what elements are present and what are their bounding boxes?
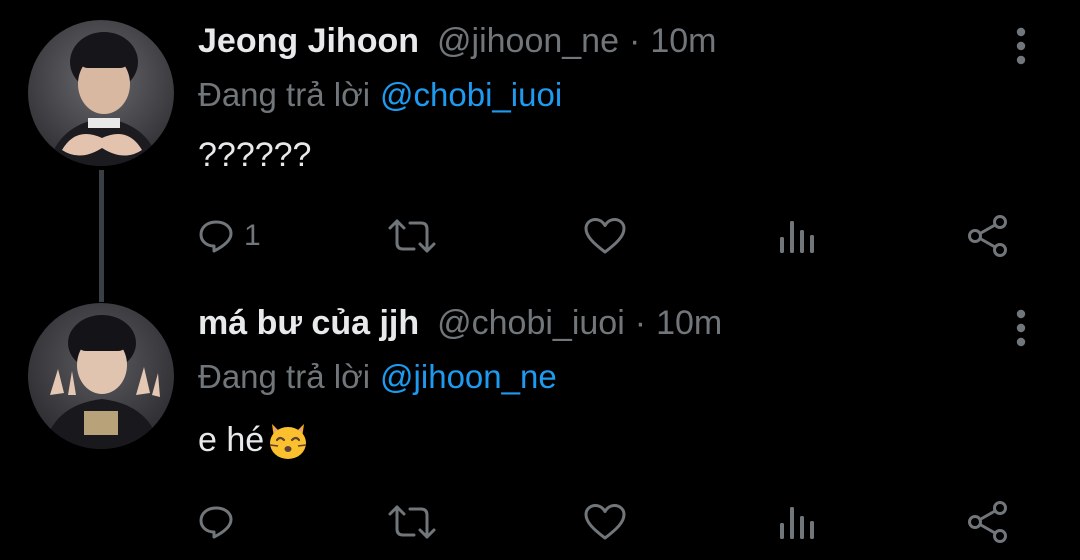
timestamp[interactable]: 10m bbox=[650, 22, 716, 61]
views-icon bbox=[778, 217, 816, 255]
tweet-header: Jeong Jihoon @jihoon_ne · 10m bbox=[198, 22, 716, 70]
reply-icon bbox=[198, 504, 234, 540]
action-bar: 1 bbox=[0, 208, 1080, 264]
tweet-text: e hé bbox=[198, 418, 310, 462]
kissing-cat-emoji bbox=[266, 418, 310, 462]
retweet-icon bbox=[386, 504, 438, 540]
reply-mention-link[interactable]: @jihoon_ne bbox=[380, 358, 557, 395]
separator-dot: · bbox=[634, 304, 647, 342]
reply-button[interactable] bbox=[198, 500, 244, 544]
timestamp[interactable]: 10m bbox=[656, 304, 722, 343]
heart-icon bbox=[583, 503, 627, 541]
share-button[interactable] bbox=[966, 214, 1010, 258]
avatar[interactable] bbox=[28, 303, 174, 449]
handle[interactable]: @chobi_iuoi bbox=[437, 304, 625, 343]
replying-to-label: Đang trả lời bbox=[198, 76, 371, 113]
display-name[interactable]: Jeong Jihoon bbox=[198, 22, 419, 61]
share-button[interactable] bbox=[966, 500, 1010, 544]
tweet-header: má bư của jjh @chobi_iuoi · 10m bbox=[198, 304, 722, 352]
replying-to: Đang trả lời @jihoon_ne bbox=[198, 358, 557, 396]
replying-to: Đang trả lời @chobi_iuoi bbox=[198, 76, 562, 114]
tweet-text-content: ?????? bbox=[198, 136, 312, 174]
action-bar bbox=[0, 494, 1080, 550]
tweet-1[interactable]: Jeong Jihoon @jihoon_ne · 10m Đang trả l… bbox=[0, 0, 1080, 302]
handle[interactable]: @jihoon_ne bbox=[437, 22, 619, 61]
reply-count: 1 bbox=[244, 219, 261, 252]
more-vertical-icon[interactable] bbox=[1006, 308, 1036, 348]
replying-to-label: Đang trả lời bbox=[198, 358, 371, 395]
like-button[interactable] bbox=[583, 500, 627, 544]
views-button[interactable] bbox=[778, 500, 816, 544]
reply-icon bbox=[198, 218, 234, 254]
like-button[interactable] bbox=[583, 214, 627, 258]
display-name[interactable]: má bư của jjh bbox=[198, 304, 419, 343]
tweet-text-content: e hé bbox=[198, 420, 265, 459]
heart-icon bbox=[583, 217, 627, 255]
share-icon bbox=[966, 215, 1010, 257]
reply-button[interactable]: 1 bbox=[198, 214, 261, 258]
reply-mention-link[interactable]: @chobi_iuoi bbox=[380, 76, 562, 113]
tweet-text: ?????? bbox=[198, 136, 311, 175]
share-icon bbox=[966, 501, 1010, 543]
retweet-button[interactable] bbox=[386, 214, 438, 258]
views-icon bbox=[778, 503, 816, 541]
retweet-button[interactable] bbox=[386, 500, 438, 544]
views-button[interactable] bbox=[778, 214, 816, 258]
retweet-icon bbox=[386, 218, 438, 254]
avatar[interactable] bbox=[28, 20, 174, 166]
more-vertical-icon[interactable] bbox=[1006, 26, 1036, 66]
separator-dot: · bbox=[629, 22, 641, 60]
tweet-2[interactable]: má bư của jjh @chobi_iuoi · 10m Đang trả… bbox=[0, 282, 1080, 560]
